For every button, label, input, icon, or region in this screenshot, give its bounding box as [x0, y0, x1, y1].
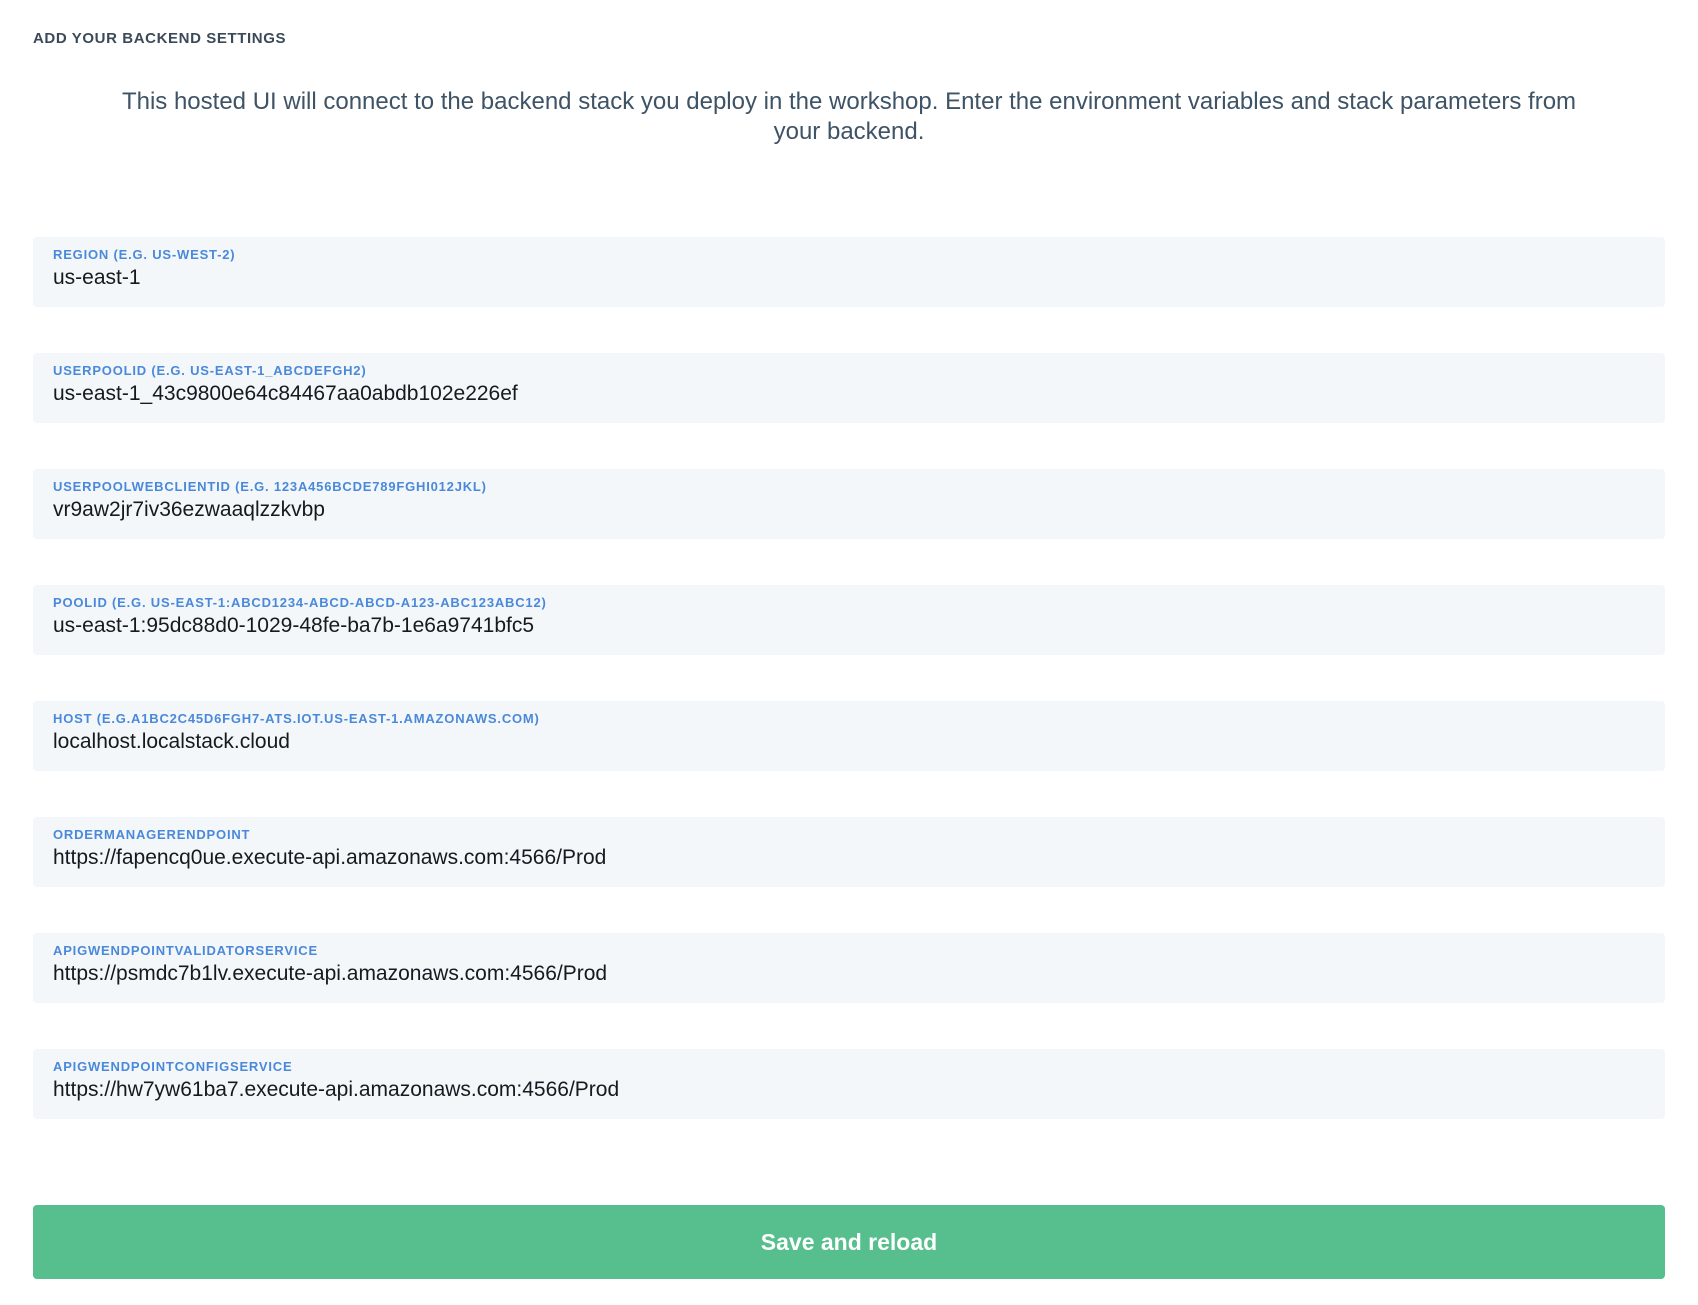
poolid-label: POOLID (E.G. US-EAST-1:ABCD1234-ABCD-ABC… — [53, 595, 1645, 610]
page-description: This hosted UI will connect to the backe… — [99, 87, 1599, 147]
userpoolwebclientid-input[interactable] — [53, 498, 1645, 522]
field-userpoolid: USERPOOLID (E.G. US-EAST-1_ABCDEFGH2) — [33, 353, 1665, 423]
field-ordermanagerendpoint: ORDERMANAGERENDPOINT — [33, 817, 1665, 887]
userpoolid-label: USERPOOLID (E.G. US-EAST-1_ABCDEFGH2) — [53, 363, 1645, 378]
host-input[interactable] — [53, 730, 1645, 754]
field-region: REGION (E.G. US-WEST-2) — [33, 237, 1665, 307]
region-input[interactable] — [53, 266, 1645, 290]
userpoolid-input[interactable] — [53, 382, 1645, 406]
field-poolid: POOLID (E.G. US-EAST-1:ABCD1234-ABCD-ABC… — [33, 585, 1665, 655]
ordermanagerendpoint-input[interactable] — [53, 846, 1645, 870]
poolid-input[interactable] — [53, 614, 1645, 638]
page-title: ADD YOUR BACKEND SETTINGS — [33, 30, 1665, 47]
backend-settings-page: ADD YOUR BACKEND SETTINGS This hosted UI… — [0, 0, 1698, 1305]
ordermanagerendpoint-label: ORDERMANAGERENDPOINT — [53, 827, 1645, 842]
apigwendpointconfigservice-label: APIGWENDPOINTCONFIGSERVICE — [53, 1059, 1645, 1074]
save-and-reload-button[interactable]: Save and reload — [33, 1205, 1665, 1279]
backend-settings-form: REGION (E.G. US-WEST-2) USERPOOLID (E.G.… — [33, 237, 1665, 1279]
apigwendpointconfigservice-input[interactable] — [53, 1078, 1645, 1102]
region-label: REGION (E.G. US-WEST-2) — [53, 247, 1645, 262]
host-label: HOST (E.G.A1BC2C45D6FGH7-ATS.IOT.US-EAST… — [53, 711, 1645, 726]
field-apigwendpointvalidatorservice: APIGWENDPOINTVALIDATORSERVICE — [33, 933, 1665, 1003]
apigwendpointvalidatorservice-input[interactable] — [53, 962, 1645, 986]
field-apigwendpointconfigservice: APIGWENDPOINTCONFIGSERVICE — [33, 1049, 1665, 1119]
field-userpoolwebclientid: USERPOOLWEBCLIENTID (E.G. 123A456BCDE789… — [33, 469, 1665, 539]
field-host: HOST (E.G.A1BC2C45D6FGH7-ATS.IOT.US-EAST… — [33, 701, 1665, 771]
apigwendpointvalidatorservice-label: APIGWENDPOINTVALIDATORSERVICE — [53, 943, 1645, 958]
userpoolwebclientid-label: USERPOOLWEBCLIENTID (E.G. 123A456BCDE789… — [53, 479, 1645, 494]
